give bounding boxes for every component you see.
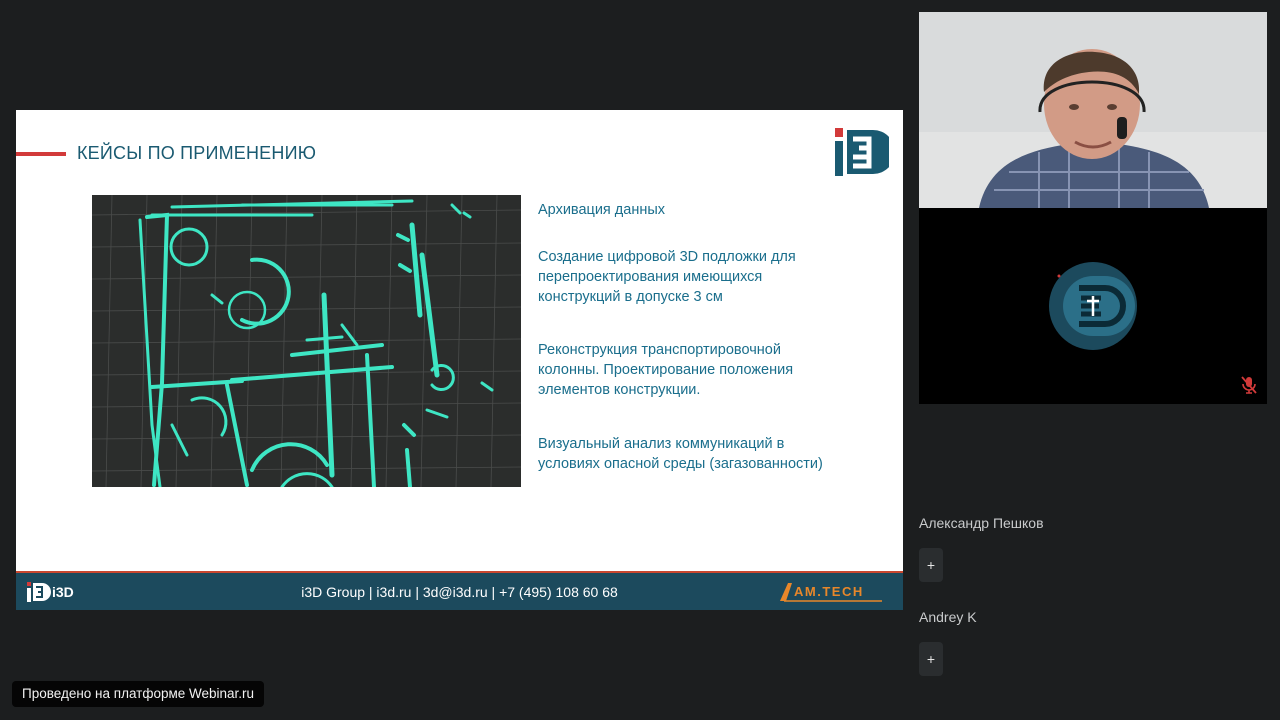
presentation-slide: КЕЙСЫ ПО ПРИМЕНЕНИЮ Архивация данных Соз… <box>16 110 903 610</box>
participant-name: Александр Пешков <box>919 515 1044 531</box>
bullet-item: Визуальный анализ коммуникаций в условия… <box>538 436 823 472</box>
add-participant-button[interactable]: + <box>919 548 943 582</box>
mic-off-icon <box>1241 376 1257 394</box>
add-participant-button[interactable]: + <box>919 642 943 676</box>
i3d-round-logo-icon <box>1049 262 1137 350</box>
i3d-logo-icon <box>835 128 889 176</box>
bullet-item: Создание цифровой 3D подложки для перепр… <box>538 249 796 305</box>
am-tech-logo-icon: AM.TECH <box>780 583 882 602</box>
slide-title: КЕЙСЫ ПО ПРИМЕНЕНИЮ <box>77 143 317 163</box>
camera-feed-icon <box>919 12 1267 208</box>
speaker-video-tile[interactable] <box>919 12 1267 208</box>
title-accent-line <box>16 152 66 156</box>
platform-badge[interactable]: Проведено на платформе Webinar.ru <box>12 681 265 707</box>
point-cloud-scan-image <box>92 195 521 487</box>
participant-name: Andrey K <box>919 609 977 625</box>
bullet-item: Архивация данных <box>538 202 666 218</box>
bullet-item: Реконструкция транспортировочной колонны… <box>538 342 794 398</box>
svg-text:AM.TECH: AM.TECH <box>794 584 864 599</box>
slide-footer: i3D i3D Group | i3d.ru | 3d@i3d.ru | +7 … <box>16 571 903 610</box>
presenter-logo-tile[interactable] <box>919 208 1267 404</box>
footer-contacts: i3D Group | i3d.ru | 3d@i3d.ru | +7 (495… <box>301 584 618 600</box>
